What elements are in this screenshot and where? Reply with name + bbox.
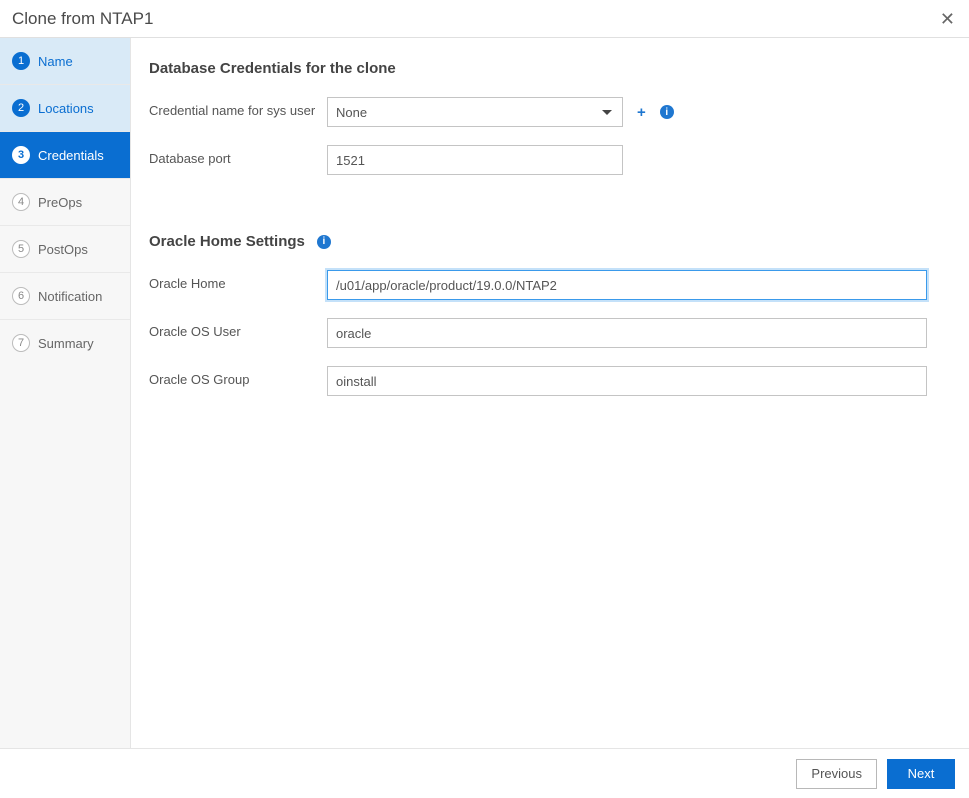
step-number: 4	[12, 193, 30, 211]
step-label: Locations	[38, 101, 94, 116]
info-icon[interactable]: i	[317, 235, 331, 249]
oracle-home-input[interactable]	[327, 270, 927, 300]
step-label: Name	[38, 54, 73, 69]
row-credential-name: Credential name for sys user None + i	[149, 97, 935, 127]
row-database-port: Database port	[149, 145, 935, 175]
step-label: Notification	[38, 289, 102, 304]
row-oracle-home: Oracle Home	[149, 270, 935, 300]
step-number: 3	[12, 146, 30, 164]
label-database-port: Database port	[149, 145, 327, 166]
step-label: PreOps	[38, 195, 82, 210]
step-number: 5	[12, 240, 30, 258]
step-credentials[interactable]: 3 Credentials	[0, 132, 130, 179]
row-oracle-os-group: Oracle OS Group	[149, 366, 935, 396]
section-title-text: Database Credentials for the clone	[149, 60, 396, 77]
credential-name-select[interactable]: None	[327, 97, 623, 127]
previous-button[interactable]: Previous	[796, 759, 877, 789]
info-icon[interactable]: i	[660, 105, 674, 119]
step-notification[interactable]: 6 Notification	[0, 273, 130, 320]
step-name[interactable]: 1 Name	[0, 38, 130, 85]
section-title-credentials: Database Credentials for the clone	[149, 60, 935, 77]
database-port-input[interactable]	[327, 145, 623, 175]
section-title-text: Oracle Home Settings	[149, 233, 305, 250]
step-postops[interactable]: 5 PostOps	[0, 226, 130, 273]
step-label: PostOps	[38, 242, 88, 257]
step-label: Summary	[38, 336, 94, 351]
spacer	[149, 193, 935, 233]
dialog-title: Clone from NTAP1	[12, 9, 153, 29]
plus-icon[interactable]: +	[637, 104, 646, 121]
label-oracle-home: Oracle Home	[149, 270, 327, 291]
next-button[interactable]: Next	[887, 759, 955, 789]
label-oracle-os-group: Oracle OS Group	[149, 366, 327, 387]
section-title-oracle-home: Oracle Home Settings i	[149, 233, 935, 250]
dialog-body: 1 Name 2 Locations 3 Credentials 4 PreOp…	[0, 38, 969, 748]
main-content: Database Credentials for the clone Crede…	[131, 38, 969, 748]
oracle-os-user-input[interactable]	[327, 318, 927, 348]
step-number: 2	[12, 99, 30, 117]
oracle-os-group-input[interactable]	[327, 366, 927, 396]
step-number: 1	[12, 52, 30, 70]
step-number: 6	[12, 287, 30, 305]
wizard-sidebar: 1 Name 2 Locations 3 Credentials 4 PreOp…	[0, 38, 131, 748]
step-summary[interactable]: 7 Summary	[0, 320, 130, 366]
step-label: Credentials	[38, 148, 104, 163]
dialog-footer: Previous Next	[0, 748, 969, 798]
step-locations[interactable]: 2 Locations	[0, 85, 130, 132]
step-preops[interactable]: 4 PreOps	[0, 179, 130, 226]
label-oracle-os-user: Oracle OS User	[149, 318, 327, 339]
row-oracle-os-user: Oracle OS User	[149, 318, 935, 348]
dialog-header: Clone from NTAP1 ✕	[0, 0, 969, 38]
step-number: 7	[12, 334, 30, 352]
label-credential-name: Credential name for sys user	[149, 97, 327, 118]
close-icon[interactable]: ✕	[940, 10, 955, 28]
